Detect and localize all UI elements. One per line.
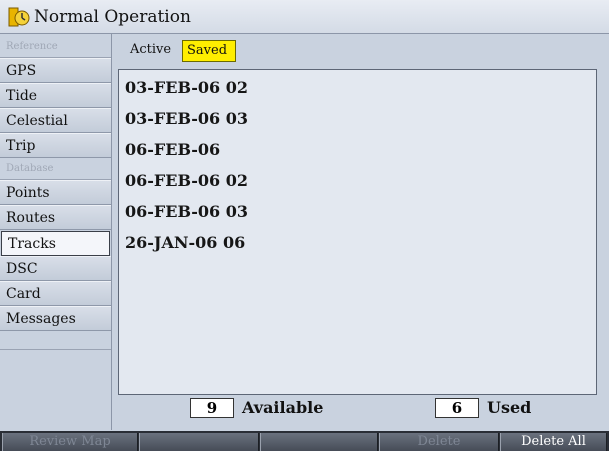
tide-clock-icon [8,7,30,27]
saved-tracks-list: 03-FEB-06 02 03-FEB-06 03 06-FEB-06 06-F… [118,69,597,395]
softkey-bar: Review Map Delete Delete All [0,431,609,451]
title-bar: Normal Operation [0,0,609,34]
list-item[interactable]: 06-FEB-06 03 [125,198,585,226]
sidebar-item-routes[interactable]: Routes [0,205,111,230]
empty-softkey-3[interactable] [260,433,378,451]
empty-softkey-2[interactable] [139,433,259,451]
tab-saved[interactable]: Saved [182,40,236,62]
review-map-softkey[interactable]: Review Map [2,433,138,451]
sidebar-item-dsc[interactable]: DSC [0,256,111,281]
tab-active[interactable]: Active [126,40,182,62]
sidebar-item-tide[interactable]: Tide [0,83,111,108]
list-item[interactable]: 06-FEB-06 02 [125,167,585,195]
sidebar-item-points[interactable]: Points [0,180,111,205]
window-title: Normal Operation [34,7,191,27]
available-count: 9 [190,398,234,418]
delete-softkey[interactable]: Delete [379,433,499,451]
sidebar-section-database: Database [0,158,111,180]
used-label: Used [487,398,532,417]
list-item[interactable]: 03-FEB-06 03 [125,105,585,133]
delete-all-softkey[interactable]: Delete All [500,433,607,451]
list-item[interactable]: 26-JAN-06 06 [125,229,585,257]
used-count: 6 [435,398,479,418]
sidebar-item-celestial[interactable]: Celestial [0,108,111,133]
sidebar-item-trip[interactable]: Trip [0,133,111,158]
sidebar-empty-slot [0,332,111,350]
sidebar-item-card[interactable]: Card [0,281,111,306]
list-item[interactable]: 06-FEB-06 [125,136,585,164]
list-item[interactable]: 03-FEB-06 02 [125,74,585,102]
sidebar-section-reference: Reference [0,34,111,58]
sidebar-item-tracks[interactable]: Tracks [1,231,110,256]
sidebar: Reference GPS Tide Celestial Trip Databa… [0,34,112,430]
available-label: Available [242,398,324,417]
track-memory-footer: 9 Available 6 Used [118,398,597,420]
sidebar-item-messages[interactable]: Messages [0,306,111,331]
sidebar-item-gps[interactable]: GPS [0,58,111,83]
